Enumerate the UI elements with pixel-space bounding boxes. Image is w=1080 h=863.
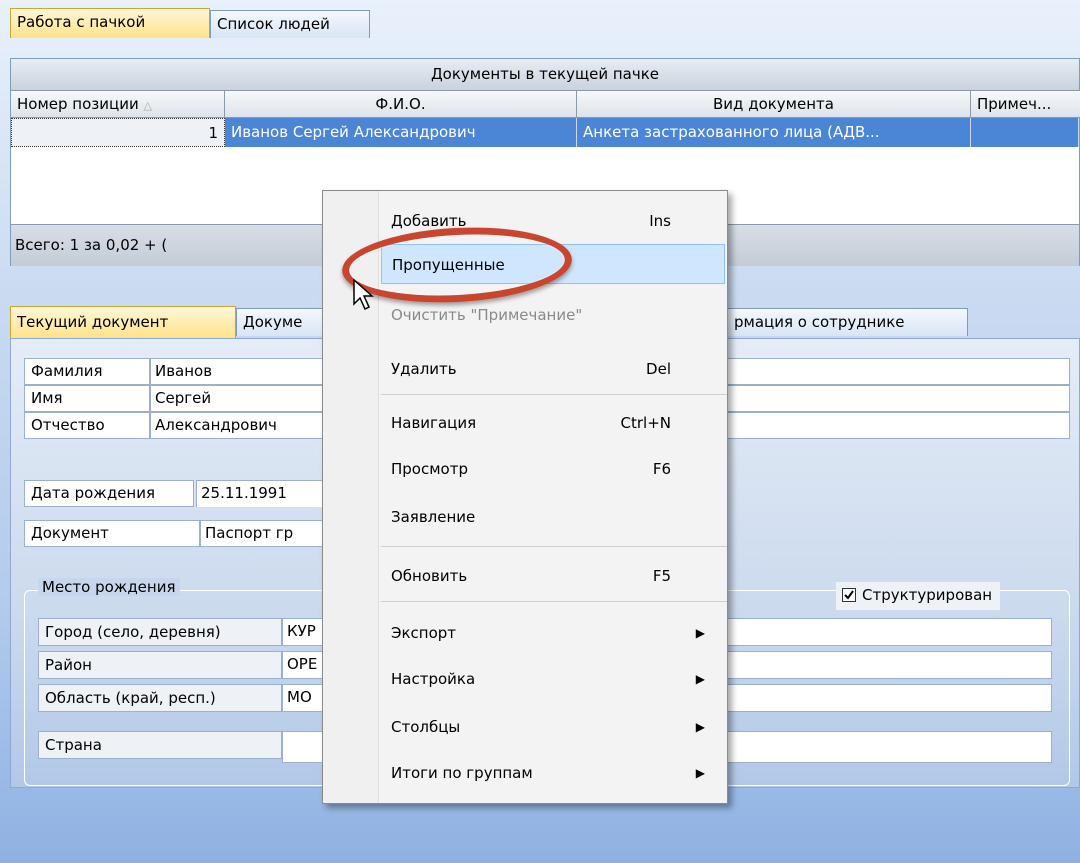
structured-checkbox[interactable]: Структурирован <box>836 582 1001 610</box>
tab-current-document[interactable]: Текущий документ <box>10 306 236 338</box>
grid-band-title: Документы в текущей пачке <box>11 59 1079 91</box>
city-label: Город (село, деревня) <box>38 618 282 646</box>
structured-label: Структурирован <box>862 586 993 604</box>
sort-asc-icon: △ <box>143 99 152 112</box>
birthplace-legend: Место рождения <box>38 578 180 596</box>
cell-fio[interactable]: Иванов Сергей Александрович <box>225 118 577 147</box>
menu-item-refresh[interactable]: Обновить F5 <box>381 556 725 596</box>
name-label: Имя <box>24 385 150 412</box>
surname-label: Фамилия <box>24 358 150 385</box>
column-header-position[interactable]: Номер позиции △ <box>11 91 225 118</box>
cell-note[interactable] <box>971 118 1079 147</box>
region-label: Область (край, респ.) <box>38 684 282 712</box>
submenu-arrow-icon: ▶ <box>695 626 705 640</box>
tab-people-list[interactable]: Список людей <box>210 10 370 38</box>
dob-field[interactable]: 25.11.1991 <box>196 480 326 507</box>
top-tab-bar: Работа с пачкой Список людей <box>0 0 1080 40</box>
column-header-note[interactable]: Примеч... <box>971 91 1080 118</box>
country-label: Страна <box>38 731 282 759</box>
menu-separator <box>381 546 727 547</box>
tab-employee-info[interactable]: рмация о сотруднике <box>728 308 968 336</box>
district-label: Район <box>38 651 282 679</box>
menu-separator <box>381 394 727 395</box>
checkmark-icon <box>842 588 856 602</box>
document-field[interactable]: Паспорт гр <box>200 520 330 547</box>
menu-item-settings[interactable]: Настройка ▶ <box>381 659 725 699</box>
menu-item-navigation[interactable]: Навигация Ctrl+N <box>381 403 725 443</box>
menu-item-view[interactable]: Просмотр F6 <box>381 449 725 489</box>
cell-doc-type[interactable]: Анкета застрахованного лица (АДВ... <box>577 118 971 147</box>
menu-item-group-totals[interactable]: Итоги по группам ▶ <box>381 753 725 793</box>
column-header-doc-type[interactable]: Вид документа <box>577 91 971 118</box>
patronymic-label: Отчество <box>24 412 150 439</box>
column-header-fio[interactable]: Ф.И.О. <box>225 91 577 118</box>
cell-position[interactable]: 1 <box>11 118 225 147</box>
submenu-arrow-icon: ▶ <box>695 672 705 686</box>
mouse-cursor-icon <box>352 278 378 316</box>
menu-item-columns[interactable]: Столбцы ▶ <box>381 707 725 747</box>
menu-item-statement[interactable]: Заявление <box>381 497 725 537</box>
submenu-arrow-icon: ▶ <box>695 766 705 780</box>
document-label: Документ <box>24 520 200 547</box>
menu-item-export[interactable]: Экспорт ▶ <box>381 613 725 653</box>
tab-documents[interactable]: Докуме <box>236 308 326 336</box>
submenu-arrow-icon: ▶ <box>695 720 705 734</box>
tab-batch-work[interactable]: Работа с пачкой <box>10 8 210 38</box>
dob-label: Дата рождения <box>24 480 194 507</box>
menu-item-delete[interactable]: Удалить Del <box>381 349 725 389</box>
menu-separator <box>381 601 727 602</box>
